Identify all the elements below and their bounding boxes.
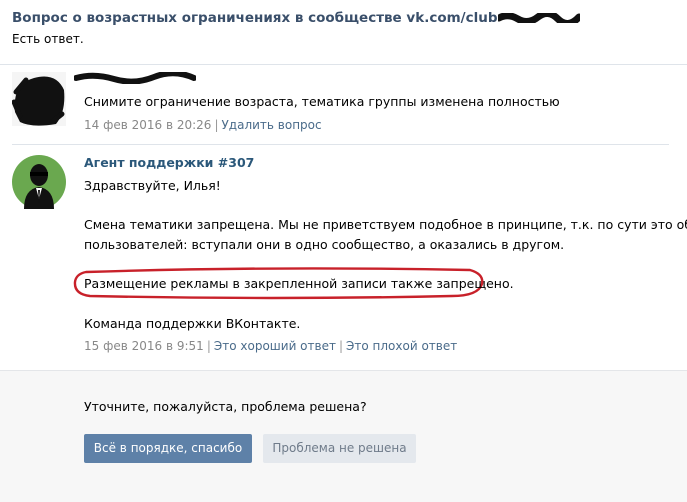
bad-answer-link[interactable]: Это плохой ответ: [346, 339, 457, 353]
user-message-date: 14 фев 2016 в 20:26: [84, 118, 212, 132]
agent-greeting: Здравствуйте, Илья!: [84, 178, 221, 193]
resolution-question: Уточните, пожалуйста, проблема решена?: [84, 399, 367, 414]
support-ticket-page: Вопрос о возрастных ограничениях в сообщ…: [0, 0, 687, 502]
meta-separator: |: [206, 339, 211, 353]
good-answer-link[interactable]: Это хороший ответ: [214, 339, 336, 353]
agent-message-date: 15 фев 2016 в 9:51: [84, 339, 204, 353]
delete-question-link[interactable]: Удалить вопрос: [221, 118, 321, 132]
meta-separator: |: [214, 118, 219, 132]
user-message-text: Снимите ограничение возраста, тематика г…: [84, 94, 560, 109]
agent-avatar[interactable]: [12, 155, 66, 209]
unresolved-button[interactable]: Проблема не решена: [263, 434, 416, 463]
ticket-title: Вопрос о возрастных ограничениях в сообщ…: [12, 10, 580, 26]
ticket-status: Есть ответ.: [12, 32, 84, 46]
meta-separator: |: [338, 339, 344, 353]
ticket-title-text: Вопрос о возрастных ограничениях в сообщ…: [12, 10, 498, 26]
divider: [12, 144, 669, 145]
resolved-button[interactable]: Всё в порядке, спасибо: [84, 434, 252, 463]
resolution-panel: Уточните, пожалуйста, проблема решена? В…: [0, 370, 687, 502]
agent-name[interactable]: Агент поддержки #307: [84, 155, 254, 170]
redacted-club-id: [497, 13, 580, 23]
agent-signature: Команда поддержки ВКонтакте.: [84, 316, 301, 331]
ticket-header: Вопрос о возрастных ограничениях в сообщ…: [0, 0, 687, 64]
user-message-meta: 14 фев 2016 в 20:26 | Удалить вопрос: [84, 118, 322, 132]
divider: [0, 64, 687, 65]
redacted-user-name: [74, 72, 196, 84]
agent-paragraph-line-1: Смена тематики запрещена. Мы не приветст…: [84, 217, 687, 232]
agent-highlighted-text: Размещение рекламы в закрепленной записи…: [84, 276, 514, 291]
agent-paragraph-line-2: пользователей: вступали они в одно сообщ…: [84, 237, 565, 252]
agent-message-meta: 15 фев 2016 в 9:51 | Это хороший ответ | Это…: [84, 339, 457, 353]
user-avatar[interactable]: [12, 72, 66, 126]
